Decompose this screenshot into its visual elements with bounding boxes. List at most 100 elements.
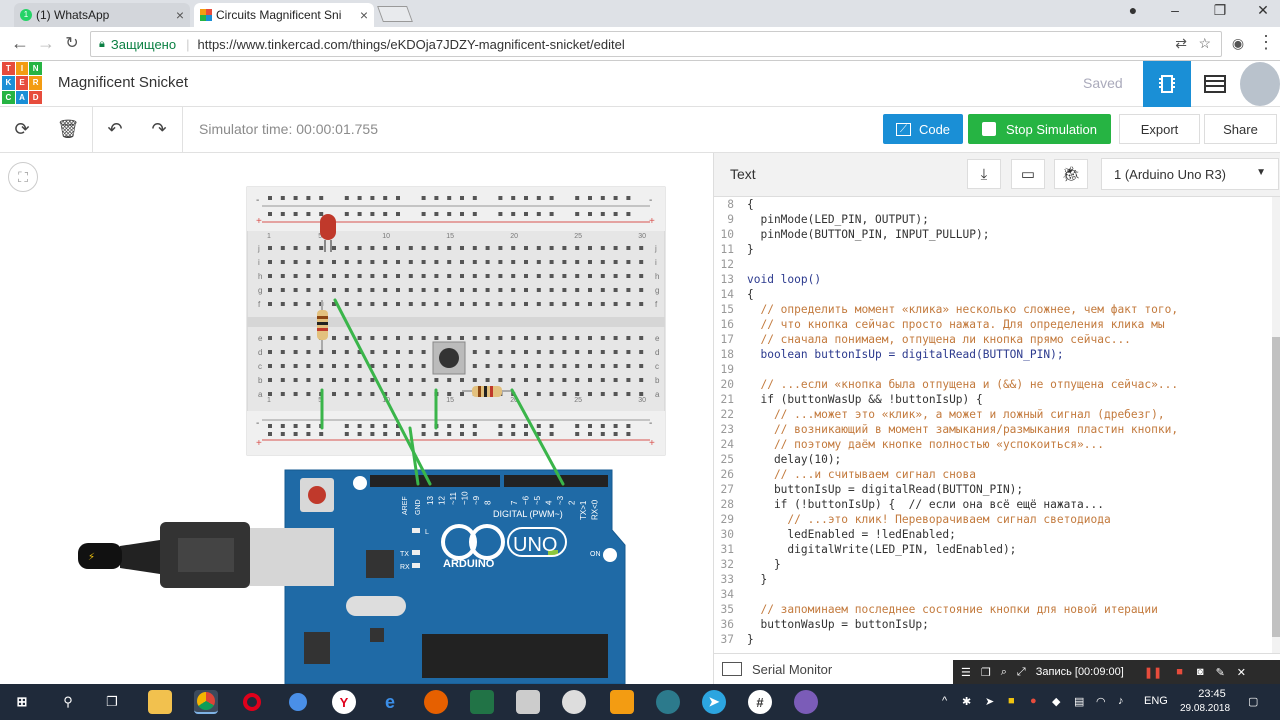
pencil-icon[interactable]: ✎ (1216, 666, 1225, 679)
breadboard-hole[interactable] (613, 302, 618, 306)
rail-hole[interactable] (549, 212, 554, 216)
breadboard-hole[interactable] (498, 350, 503, 354)
breadboard-hole[interactable] (485, 302, 490, 306)
breadboard-hole[interactable] (408, 260, 413, 264)
breadboard-hole[interactable] (472, 364, 477, 368)
rail-hole[interactable] (434, 196, 439, 200)
breadboard-hole[interactable] (639, 350, 644, 354)
breadboard-hole[interactable] (280, 260, 285, 264)
breadboard-hole[interactable] (332, 350, 336, 354)
breadboard-hole[interactable] (536, 260, 541, 264)
taskbar-time[interactable]: 23:45 (1192, 688, 1232, 700)
rotate-icon[interactable]: ⟳ (10, 119, 34, 140)
breadboard-hole[interactable] (357, 392, 362, 396)
rail-hole[interactable] (498, 212, 503, 216)
rail-hole[interactable] (600, 196, 605, 200)
rail-hole[interactable] (306, 196, 311, 200)
breadboard-hole[interactable] (396, 302, 400, 306)
rail-hole[interactable] (421, 212, 426, 216)
rail-hole[interactable] (626, 212, 631, 216)
breadboard-hole[interactable] (498, 260, 503, 264)
breadboard-hole[interactable] (549, 274, 554, 278)
rail-hole[interactable] (421, 424, 426, 428)
breadboard-hole[interactable] (434, 274, 439, 278)
breadboard-hole[interactable] (626, 364, 631, 368)
rail-hole[interactable] (472, 432, 477, 436)
stop-record-icon[interactable]: ■ (1176, 666, 1183, 678)
code-line[interactable]: 24 // поэтому даём кнопке полностью «усп… (714, 437, 1280, 452)
breadboard-hole[interactable] (600, 378, 605, 382)
breadboard-hole[interactable] (306, 336, 311, 340)
debug-bug-icon[interactable]: 🐞︎ (1054, 159, 1088, 189)
breadboard-hole[interactable] (319, 274, 324, 278)
breadboard-hole[interactable] (280, 302, 285, 306)
breadboard-hole[interactable] (383, 336, 388, 340)
yandex-icon[interactable]: Y (332, 690, 356, 714)
rail-hole[interactable] (511, 424, 516, 428)
minimize-icon[interactable]: – (1160, 2, 1190, 18)
breadboard-hole[interactable] (600, 274, 605, 278)
breadboard-hole[interactable] (280, 364, 285, 368)
breadboard-hole[interactable] (280, 378, 285, 382)
breadboard-hole[interactable] (639, 274, 644, 278)
rail-hole[interactable] (268, 424, 272, 428)
breadboard-hole[interactable] (293, 392, 298, 396)
breadboard-hole[interactable] (293, 246, 298, 250)
tray-chevron-icon[interactable]: ^ (942, 695, 947, 707)
code-line[interactable]: 22 // ...может это «клик», а может и лож… (714, 407, 1280, 422)
breadboard-hole[interactable] (460, 378, 464, 382)
breadboard-hole[interactable] (332, 260, 336, 264)
breadboard-hole[interactable] (332, 288, 336, 292)
rail-hole[interactable] (447, 424, 452, 428)
breadboard-hole[interactable] (408, 302, 413, 306)
breadboard-hole[interactable] (562, 336, 567, 340)
opera-icon[interactable] (240, 690, 264, 714)
search-icon[interactable]: ⌕ (1001, 666, 1007, 679)
rail-hole[interactable] (536, 424, 541, 428)
breadboard-hole[interactable] (357, 336, 362, 340)
profile-icon[interactable]: ● (1118, 2, 1148, 18)
breadboard-hole[interactable] (472, 274, 477, 278)
breadboard-hole[interactable] (639, 260, 644, 264)
breadboard-hole[interactable] (383, 378, 388, 382)
breadboard-hole[interactable] (434, 378, 439, 382)
component-list-button[interactable] (1191, 61, 1239, 107)
rail-hole[interactable] (575, 212, 580, 216)
breadboard-hole[interactable] (383, 274, 388, 278)
breadboard-hole[interactable] (370, 350, 375, 354)
breadboard-hole[interactable] (613, 274, 618, 278)
breadboard-hole[interactable] (575, 246, 580, 250)
breadboard-hole[interactable] (524, 350, 528, 354)
rail-hole[interactable] (498, 424, 503, 428)
breadboard-hole[interactable] (357, 288, 362, 292)
breadboard-hole[interactable] (472, 350, 477, 354)
breadboard-hole[interactable] (447, 260, 452, 264)
breadboard-hole[interactable] (344, 336, 349, 340)
breadboard-hole[interactable] (613, 260, 618, 264)
breadboard-hole[interactable] (511, 302, 516, 306)
breadboard-hole[interactable] (421, 260, 426, 264)
rail-hole[interactable] (396, 212, 400, 216)
breadboard-hole[interactable] (460, 288, 464, 292)
breadboard-hole[interactable] (447, 392, 452, 396)
rail-hole[interactable] (536, 196, 541, 200)
code-line[interactable]: 32 } (714, 557, 1280, 572)
app-icon[interactable] (470, 690, 494, 714)
rail-hole[interactable] (396, 432, 400, 436)
breadboard-hole[interactable] (613, 288, 618, 292)
code-line[interactable]: 28 if (!buttonIsUp) { // если она всё ещ… (714, 497, 1280, 512)
rail-hole[interactable] (472, 196, 477, 200)
breadboard-hole[interactable] (549, 378, 554, 382)
breadboard-hole[interactable] (575, 302, 580, 306)
breadboard-hole[interactable] (626, 288, 631, 292)
rail-hole[interactable] (524, 424, 528, 428)
breadboard-hole[interactable] (562, 288, 567, 292)
undo-icon[interactable]: ↶ (103, 119, 127, 140)
breadboard-hole[interactable] (268, 364, 272, 368)
rail-hole[interactable] (447, 212, 452, 216)
breadboard-hole[interactable] (268, 336, 272, 340)
breadboard-hole[interactable] (588, 302, 592, 306)
breadboard-hole[interactable] (613, 336, 618, 340)
editor-mode-label[interactable]: Text (730, 166, 756, 182)
breadboard-hole[interactable] (268, 260, 272, 264)
